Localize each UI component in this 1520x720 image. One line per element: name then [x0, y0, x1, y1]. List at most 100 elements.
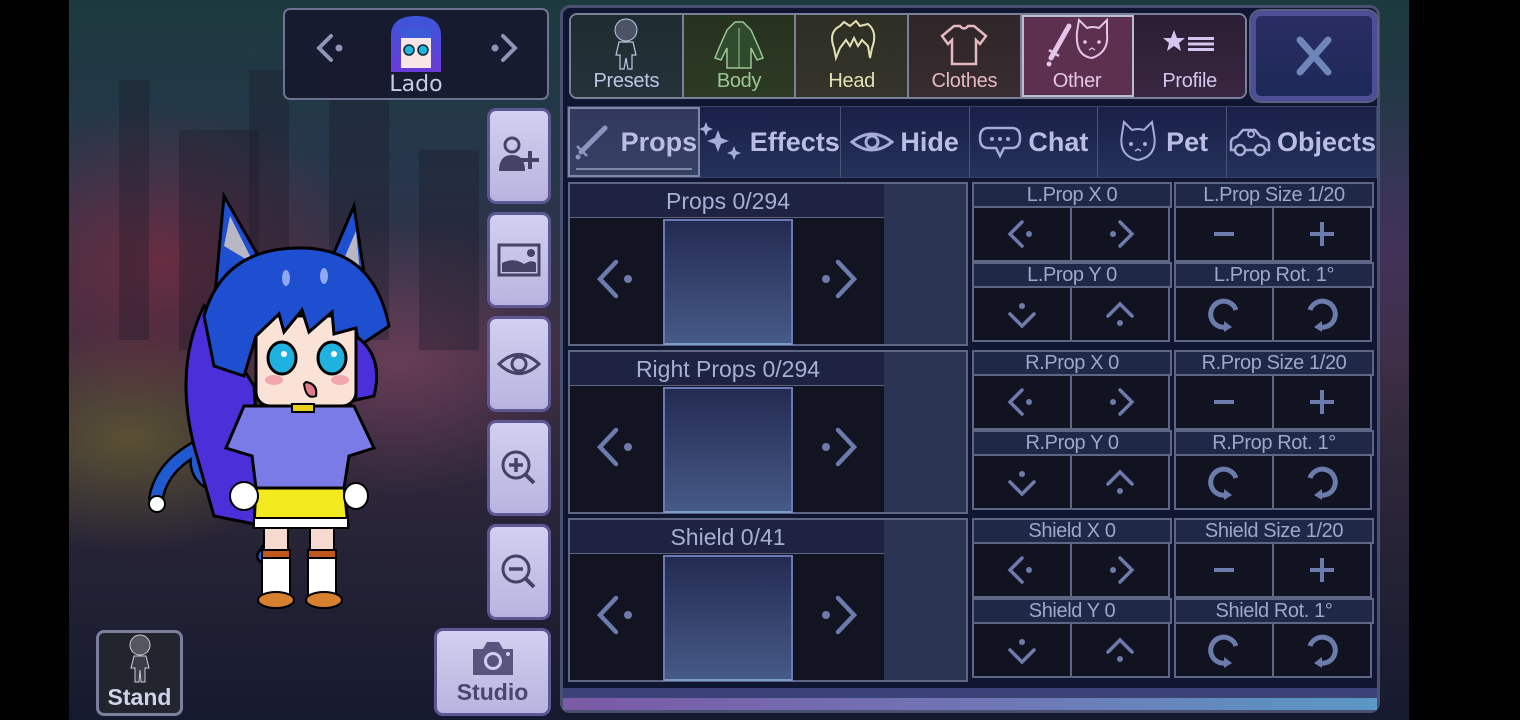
chevron-right-dot-icon — [822, 427, 858, 467]
background-button[interactable] — [487, 212, 551, 308]
next-item-button[interactable] — [816, 424, 862, 470]
plus-icon — [1310, 390, 1334, 414]
tab-effects[interactable]: Effects — [699, 107, 841, 177]
studio-label: Studio — [456, 678, 529, 705]
rotate-counterclockwise-icon — [1208, 298, 1239, 332]
move-right-button[interactable] — [1070, 374, 1170, 430]
rotation-label: Shield Rot. 1° — [1174, 598, 1374, 624]
eye-icon — [850, 132, 895, 152]
tab-label: Props — [620, 126, 698, 157]
next-item-button[interactable] — [816, 256, 862, 302]
tab-profile[interactable]: Profile — [1134, 15, 1245, 97]
rotate-right-button[interactable] — [1272, 286, 1372, 342]
position-controls: R.Prop X 0 R.Prop Y 0 — [972, 350, 1172, 514]
eye-icon — [496, 353, 542, 375]
character-avatar[interactable] — [385, 14, 447, 72]
tab-label: Other — [1052, 70, 1102, 92]
chevron-down-dot-icon — [1008, 471, 1036, 497]
move-up-button[interactable] — [1070, 454, 1170, 510]
previous-item-button[interactable] — [592, 256, 638, 302]
close-icon — [1296, 36, 1332, 76]
tab-other[interactable]: Other — [1021, 15, 1135, 97]
chevron-left-dot-icon — [316, 34, 343, 62]
rotate-left-button[interactable] — [1174, 622, 1274, 678]
tab-props[interactable]: Props — [568, 107, 700, 177]
minus-icon — [1214, 400, 1234, 404]
next-item-button[interactable] — [816, 592, 862, 638]
tab-label: Presets — [593, 70, 660, 92]
rotate-clockwise-icon — [1307, 298, 1338, 332]
selector-sidebar — [884, 184, 966, 344]
rotate-right-button[interactable] — [1272, 454, 1372, 510]
move-down-button[interactable] — [972, 286, 1072, 342]
next-character-button[interactable] — [477, 28, 521, 68]
move-left-button[interactable] — [972, 374, 1072, 430]
tab-hide[interactable]: Hide — [841, 107, 970, 177]
rotate-left-button[interactable] — [1174, 286, 1274, 342]
tab-pet[interactable]: Pet — [1098, 107, 1227, 177]
item-slot[interactable] — [663, 555, 793, 681]
character-selector: Lado — [283, 8, 549, 100]
tab-presets[interactable]: Presets — [571, 15, 684, 97]
rotate-counterclockwise-icon — [1208, 466, 1239, 500]
tab-label: Hide — [900, 126, 959, 157]
item-slot[interactable] — [663, 387, 793, 513]
sword-icon — [575, 125, 608, 160]
chevron-left-dot-icon — [596, 259, 632, 299]
chevron-right-dot-icon — [1110, 556, 1135, 584]
decrease-size-button[interactable] — [1174, 206, 1274, 262]
increase-size-button[interactable] — [1272, 206, 1372, 262]
rotate-left-button[interactable] — [1174, 454, 1274, 510]
tab-objects[interactable]: Objects — [1227, 107, 1376, 177]
hair-icon — [830, 19, 875, 62]
increase-size-button[interactable] — [1272, 542, 1372, 598]
edit-panel: Presets Body Head Clothes Other Profile … — [560, 5, 1380, 713]
camera-icon — [472, 641, 513, 675]
previous-item-button[interactable] — [592, 424, 638, 470]
move-left-button[interactable] — [972, 542, 1072, 598]
minus-icon — [1214, 232, 1234, 236]
plus-icon — [1310, 222, 1334, 246]
item-slot[interactable] — [663, 219, 793, 345]
minus-icon — [1214, 568, 1234, 572]
increase-size-button[interactable] — [1272, 374, 1372, 430]
character-figure[interactable] — [144, 186, 404, 626]
zoom-in-button[interactable] — [487, 420, 551, 516]
tab-label: Chat — [1028, 126, 1089, 157]
move-left-button[interactable] — [972, 206, 1072, 262]
car-icon — [1229, 128, 1271, 157]
stand-button[interactable]: Stand — [96, 630, 183, 716]
add-character-button[interactable] — [487, 108, 551, 204]
body-silhouette-icon — [129, 634, 150, 683]
game-screen: Lado Studio Stand Presets Body Head Clot… — [69, 0, 1409, 720]
hide-ui-button[interactable] — [487, 316, 551, 412]
previous-character-button[interactable] — [313, 28, 357, 68]
previous-item-button[interactable] — [592, 592, 638, 638]
move-down-button[interactable] — [972, 454, 1072, 510]
close-button[interactable] — [1251, 11, 1377, 101]
chevron-up-dot-icon — [1106, 637, 1134, 662]
rotation-label: R.Prop Rot. 1° — [1174, 430, 1374, 456]
decrease-size-button[interactable] — [1174, 374, 1274, 430]
tab-chat[interactable]: Chat — [970, 107, 1099, 177]
position-controls: Shield X 0 Shield Y 0 — [972, 518, 1172, 682]
size-label: R.Prop Size 1/20 — [1174, 350, 1374, 376]
tab-label: Effects — [749, 126, 840, 157]
tab-head[interactable]: Head — [796, 15, 910, 97]
tab-body[interactable]: Body — [683, 15, 797, 97]
subcategory-tabs: Props Effects Hide Chat Pet Objects — [567, 106, 1377, 178]
speech-bubble-icon — [979, 126, 1022, 159]
move-up-button[interactable] — [1070, 622, 1170, 678]
chevron-right-dot-icon — [1110, 388, 1135, 416]
zoom-out-button[interactable] — [487, 524, 551, 620]
decrease-size-button[interactable] — [1174, 542, 1274, 598]
move-down-button[interactable] — [972, 622, 1072, 678]
studio-button[interactable]: Studio — [434, 628, 551, 716]
size-label: Shield Size 1/20 — [1174, 518, 1374, 544]
tab-clothes[interactable]: Clothes — [909, 15, 1022, 97]
move-up-button[interactable] — [1070, 286, 1170, 342]
move-right-button[interactable] — [1070, 542, 1170, 598]
rotate-right-button[interactable] — [1272, 622, 1372, 678]
move-right-button[interactable] — [1070, 206, 1170, 262]
zoom-in-icon — [501, 450, 536, 485]
